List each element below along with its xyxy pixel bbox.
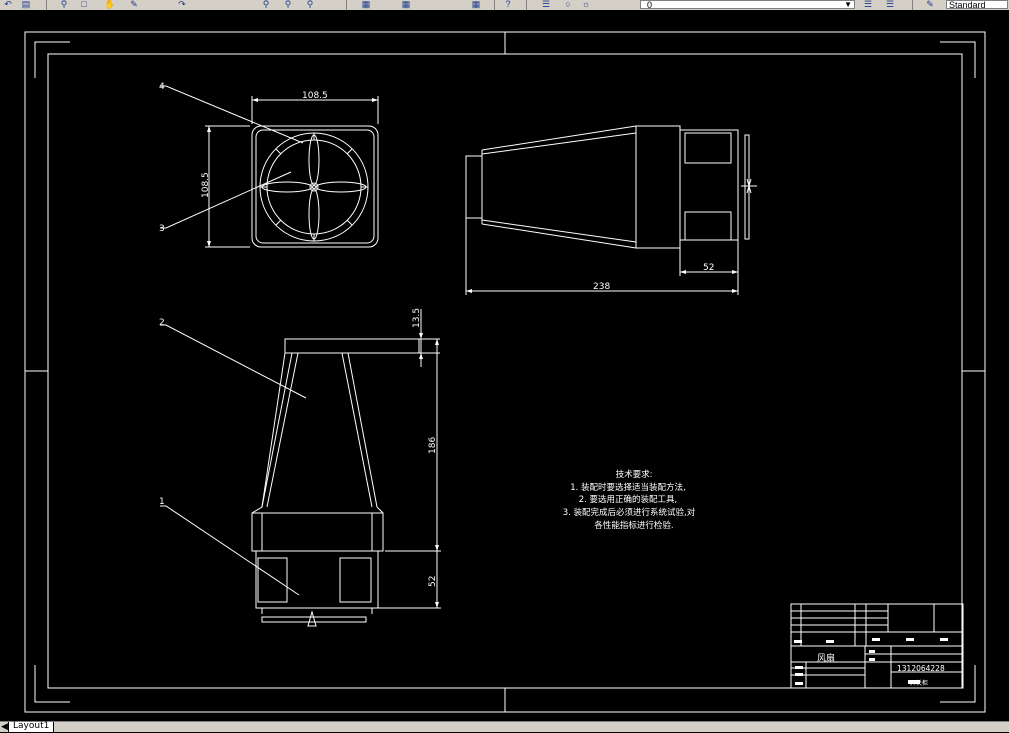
layer-previous-icon[interactable]: ☰	[884, 0, 896, 9]
title-block-drawing-no: 1312064228	[897, 664, 945, 673]
leader-label: 3	[159, 224, 165, 234]
dim-front-body: 186	[428, 437, 438, 454]
dim-side-motor: 52	[703, 263, 714, 273]
toolbar-separator	[346, 0, 347, 10]
design-center-icon[interactable]: ▦	[400, 0, 412, 9]
zoom-realtime-icon[interactable]: ⚲	[58, 0, 70, 9]
leader-label: 2	[159, 318, 165, 328]
zoom-out-icon[interactable]: ⚲	[304, 0, 316, 9]
undo-icon[interactable]: ↶	[2, 0, 14, 9]
top-view	[251, 125, 379, 248]
leader-label: 4	[159, 82, 165, 92]
dim-top-height: 108.5	[201, 172, 211, 198]
pan-icon[interactable]: ✋	[104, 0, 116, 9]
tech-req-title: 技术要求:	[616, 469, 653, 480]
tech-req-line: 各性能指标进行检验.	[594, 520, 673, 531]
chevron-down-icon[interactable]: ▼	[844, 0, 852, 9]
tab-scroll-left-icon[interactable]: ◀	[1, 721, 8, 732]
text-style-select[interactable]: Standard	[946, 0, 1008, 9]
title-block-sub: 开关柜	[910, 679, 928, 687]
tech-req-line: 3. 装配完成后必须进行系统试验,对	[563, 507, 696, 518]
corner-mark	[940, 665, 976, 703]
dim-front-motor: 52	[428, 576, 438, 587]
redo-icon[interactable]: ↷	[176, 0, 188, 9]
front-view	[251, 338, 420, 627]
corner-mark	[34, 665, 70, 703]
match-properties-icon[interactable]: ✎	[128, 0, 140, 9]
toolbar-separator	[912, 0, 913, 10]
dim-top-width: 108.5	[302, 91, 328, 101]
drawing-frame	[47, 53, 963, 689]
corner-mark	[34, 41, 70, 78]
tab-layout1[interactable]: Layout1	[8, 722, 55, 733]
zoom-window-icon[interactable]: □	[78, 0, 90, 9]
properties-icon[interactable]: ▦	[360, 0, 372, 9]
toolbar-separator	[494, 0, 495, 10]
paper-border	[24, 31, 986, 713]
corner-mark	[940, 41, 976, 78]
title-block	[790, 603, 964, 689]
text-style-icon[interactable]: ✎	[924, 0, 936, 9]
layer-value: 0	[647, 0, 653, 10]
layer-select[interactable]: 0 ▼	[640, 0, 855, 10]
sun-icon[interactable]: ☼	[580, 0, 592, 9]
tech-req-line: 1. 装配时要选择适当装配方法,	[570, 482, 686, 493]
layer-states-icon[interactable]: ☰	[862, 0, 874, 9]
toolbar-separator	[526, 0, 527, 10]
drawing-svg: 108.5 108.5 238 52 13.5 186 52 4 3 2 1 技…	[24, 31, 986, 713]
calculator-icon[interactable]: ▦	[470, 0, 482, 9]
toolbar-separator	[46, 0, 47, 10]
layout-tab-bar: ◀ Layout1	[0, 721, 1009, 733]
help-icon[interactable]: ?	[502, 0, 514, 9]
side-view	[465, 125, 757, 249]
drawing-canvas[interactable]: 108.5 108.5 238 52 13.5 186 52 4 3 2 1 技…	[0, 10, 1009, 721]
dim-side-length: 238	[593, 282, 610, 292]
tech-req-line: 2. 要选用正确的装配工具,	[579, 494, 678, 505]
zoom-in-icon[interactable]: ⚲	[282, 0, 294, 9]
title-block-name: 风扇	[817, 652, 835, 664]
leader-label: 1	[159, 497, 165, 507]
dim-front-top: 13.5	[412, 308, 422, 328]
lightbulb-icon[interactable]: ○	[562, 0, 574, 9]
zoom-previous-icon[interactable]: ⚲	[260, 0, 272, 9]
open-icon[interactable]: ▤	[20, 0, 32, 9]
layer-icon[interactable]: ☰	[540, 0, 552, 9]
